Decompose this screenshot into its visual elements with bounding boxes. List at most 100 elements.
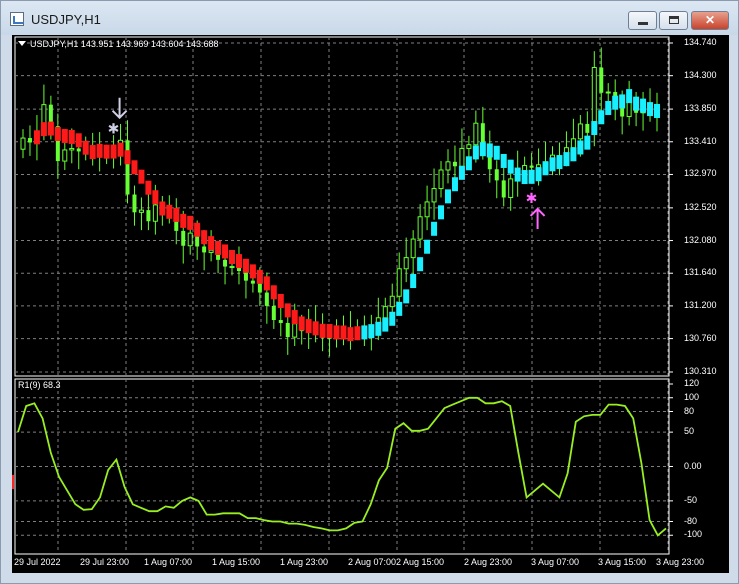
trend-segment: [486, 143, 493, 158]
trend-segment: [96, 143, 103, 158]
trend-segment: [472, 145, 479, 160]
trend-segment: [465, 156, 472, 171]
price-label: 134.300: [684, 69, 717, 80]
candle-body-bear: [223, 259, 228, 267]
trend-segment: [417, 257, 424, 272]
dropdown-triangle-icon[interactable]: [18, 41, 26, 46]
time-label: 3 Aug 23:00: [656, 557, 705, 567]
trend-segment: [500, 153, 507, 168]
candle-body-bull: [466, 144, 472, 149]
level-label: 80: [684, 405, 695, 416]
trend-segment: [354, 326, 361, 341]
trend-segment: [403, 289, 410, 304]
trend-segment: [152, 190, 159, 205]
candle-body-bull: [473, 122, 479, 146]
candle-body-bear: [146, 210, 151, 222]
trend-segment: [263, 276, 270, 291]
trend-segment: [249, 264, 256, 279]
trend-segment: [173, 207, 180, 222]
trend-segment: [208, 236, 215, 251]
trend-segment: [319, 323, 326, 338]
level-label: -100: [684, 529, 703, 540]
candle-body-bear: [250, 280, 255, 284]
candle-body-bull: [417, 216, 423, 240]
candle-body-bear: [494, 169, 499, 181]
trend-segment: [340, 325, 347, 340]
main-chart-header-text: USDJPY,H1 143.951 143.969 143.604 143.68…: [30, 39, 219, 49]
trend-segment: [326, 324, 333, 339]
trend-segment: [535, 167, 542, 182]
candle-body-bull: [382, 306, 388, 319]
trend-segment: [368, 324, 375, 339]
main-pane-frame: [14, 36, 670, 377]
trend-segment: [124, 150, 131, 165]
candle-body-bear: [27, 138, 32, 143]
trend-segment: [619, 94, 626, 109]
trend-segment: [256, 269, 263, 284]
trend-segment: [82, 140, 89, 155]
trend-segment: [451, 177, 458, 192]
candle-body-bear: [271, 305, 276, 321]
candle-body-bull: [292, 323, 298, 338]
trend-segment: [312, 321, 319, 336]
trend-segment: [103, 144, 110, 159]
candle-body-bear: [585, 123, 590, 133]
level-label: -50: [684, 494, 698, 505]
trend-segment: [305, 319, 312, 334]
trend-segment: [47, 121, 54, 136]
trend-segment: [563, 152, 570, 167]
candle-body-bull: [431, 188, 437, 203]
trend-segment: [521, 170, 528, 185]
candle-body-bear: [202, 246, 207, 253]
trend-segment: [577, 140, 584, 155]
price-label: 132.970: [684, 168, 717, 179]
time-label: 1 Aug 07:00: [144, 557, 193, 567]
candle-body-bull: [522, 165, 528, 172]
candle-body-bear: [132, 194, 137, 213]
trend-segment: [270, 285, 277, 300]
close-button[interactable]: ✕: [691, 11, 729, 30]
candle-body-bear: [125, 140, 130, 195]
trend-segment: [194, 222, 201, 237]
trend-segment: [612, 95, 619, 110]
price-label: 134.740: [684, 37, 717, 47]
candle-body-bull: [62, 149, 68, 162]
minimize-button[interactable]: [628, 11, 657, 30]
buy-arrow-icon: [529, 207, 546, 229]
price-label: 133.850: [684, 103, 717, 114]
trend-segment: [242, 258, 249, 273]
trend-segment: [284, 303, 291, 318]
trend-segment: [654, 103, 660, 118]
chart-area[interactable]: ✱ ✱ USDJPY,H1 143.951 143.969 143.604 143…: [12, 35, 729, 573]
sell-star-icon: ✱: [108, 122, 120, 138]
trend-segment: [556, 155, 563, 170]
trend-segment: [131, 160, 138, 175]
candle-body-bull: [438, 169, 444, 190]
candle-body-bull: [187, 232, 193, 247]
main-chart-header: USDJPY,H1 143.951 143.969 143.604 143.68…: [18, 39, 219, 49]
chart-window-icon: [10, 12, 24, 26]
trend-segment: [507, 159, 514, 174]
chart-canvas[interactable]: ✱✱: [12, 35, 729, 573]
left-edge-marker: [12, 475, 14, 489]
trend-segment: [542, 161, 549, 176]
title-bar[interactable]: USDJPY,H1 ✕: [1, 1, 738, 35]
maximize-button[interactable]: [659, 11, 688, 30]
candle-body-bull: [605, 91, 611, 94]
candle-body-bear: [452, 161, 457, 167]
trend-segment: [591, 121, 598, 136]
trend-segment: [570, 147, 577, 162]
price-label: 131.640: [684, 267, 717, 278]
level-label: -80: [684, 515, 698, 526]
candle-body-bear: [278, 320, 283, 323]
trend-segment: [361, 325, 368, 340]
time-label: 3 Aug 15:00: [598, 557, 647, 567]
trend-segment: [347, 327, 354, 342]
trend-segment: [333, 325, 340, 340]
candle-body-bull: [508, 178, 514, 198]
price-label: 131.200: [684, 299, 717, 310]
trend-segment: [187, 215, 194, 230]
price-label: 133.410: [684, 135, 717, 146]
candle-body-bear: [76, 148, 81, 152]
trend-segment: [89, 145, 96, 160]
